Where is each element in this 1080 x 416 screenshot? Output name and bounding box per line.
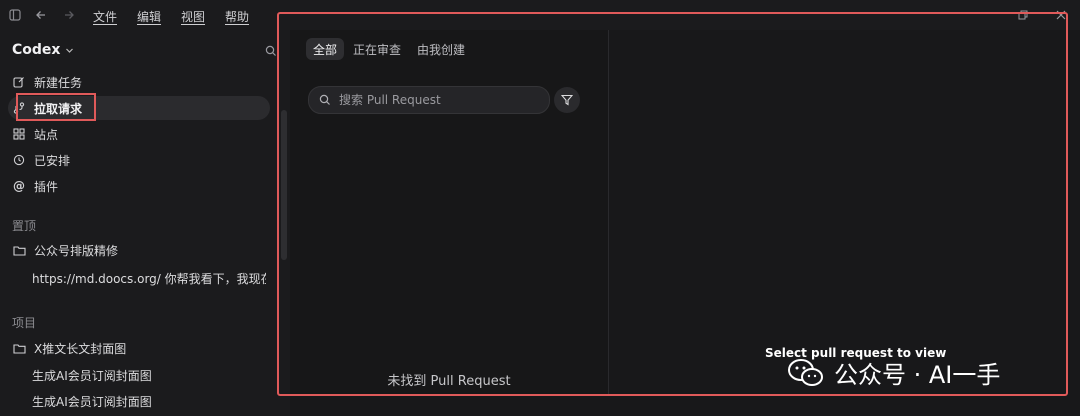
pull-request-icon [12, 101, 26, 115]
sidebar-item-scheduled[interactable]: 已安排 [8, 148, 270, 172]
search-icon[interactable] [262, 42, 280, 60]
sidebar-item-label: 站点 [34, 127, 59, 142]
sidebar-toggle-icon[interactable] [6, 6, 24, 24]
tab-label: 全部 [313, 42, 338, 57]
empty-state-message: 未找到 Pull Request [387, 374, 511, 389]
menu-view[interactable]: 视图 [181, 8, 205, 25]
sidebar-item-label: 插件 [34, 179, 59, 194]
sidebar-item-label: 拉取请求 [34, 101, 83, 116]
chevron-down-icon [66, 48, 74, 53]
sidebar-item-label: 生成AI会员订阅封面图 [32, 394, 152, 409]
sidebar-item-label: X推文长文封面图 [34, 341, 127, 356]
sidebar-item-project-thread[interactable]: 生成AI会员订阅封面图 [8, 363, 270, 387]
sidebar-item-label: 公众号排版精修 [34, 243, 119, 258]
sidebar: Codex 新建任务 拉取请求 站点 已安排 @ 插件 置顶 公众号排版精修 h… [0, 30, 288, 416]
sidebar-item-label: https://md.doocs.org/ 你帮我看下，我现在这 [32, 271, 266, 286]
sidebar-item-new-task[interactable]: 新建任务 [8, 70, 270, 94]
menu-file[interactable]: 文件 [93, 8, 117, 25]
sidebar-item-plugins[interactable]: @ 插件 [8, 174, 270, 198]
folder-icon [12, 243, 26, 257]
workspace-switcher[interactable]: Codex [12, 42, 74, 58]
sidebar-item-project-folder[interactable]: X推文长文封面图 [8, 336, 270, 360]
search-box[interactable] [308, 86, 550, 114]
sidebar-item-pinned-folder[interactable]: 公众号排版精修 [8, 238, 270, 262]
watermark: 公众号 · AI一手 [786, 355, 1000, 390]
sidebar-item-sites[interactable]: 站点 [8, 122, 270, 146]
restore-window-icon[interactable] [1014, 6, 1032, 24]
clock-icon [12, 153, 26, 167]
workspace-name: Codex [12, 42, 61, 58]
sites-icon [12, 127, 26, 141]
sidebar-item-pinned-thread[interactable]: https://md.doocs.org/ 你帮我看下，我现在这 [8, 266, 270, 290]
wechat-logo-icon [788, 358, 823, 386]
forward-arrow-icon[interactable] [60, 6, 78, 24]
filter-icon [561, 94, 573, 106]
folder-icon [12, 341, 26, 355]
close-window-icon[interactable] [1052, 6, 1070, 24]
section-title-projects: 项目 [12, 316, 37, 330]
filter-button[interactable] [554, 87, 580, 113]
sidebar-scrollbar[interactable] [281, 110, 287, 260]
sidebar-item-label: 生成AI会员订阅封面图 [32, 368, 152, 383]
search-icon [319, 94, 330, 105]
sidebar-item-project-thread[interactable]: 生成AI会员订阅封面图 [8, 389, 270, 413]
watermark-text: 公众号 · AI一手 [834, 361, 1001, 389]
menu-help[interactable]: 帮助 [225, 8, 249, 25]
title-bar: 文件 编辑 视图 帮助 [0, 0, 1080, 30]
tab-reviewing[interactable]: 正在审查 [346, 38, 408, 60]
back-arrow-icon[interactable] [32, 6, 50, 24]
tab-created-by-me[interactable]: 由我创建 [410, 38, 472, 60]
edit-icon [12, 75, 26, 89]
tab-label: 正在审查 [353, 42, 402, 57]
tab-all[interactable]: 全部 [306, 38, 345, 60]
tab-label: 由我创建 [417, 42, 466, 57]
pull-request-list-pane: 全部 正在审查 由我创建 未找到 Pull Request [290, 30, 609, 394]
menu-edit[interactable]: 编辑 [137, 8, 161, 25]
search-input[interactable] [337, 92, 531, 108]
sidebar-item-label: 新建任务 [34, 75, 83, 90]
sidebar-item-label: 已安排 [34, 153, 71, 168]
sidebar-item-pull-requests[interactable]: 拉取请求 [8, 96, 270, 120]
section-title-pinned: 置顶 [12, 219, 37, 233]
at-icon: @ [13, 179, 25, 193]
